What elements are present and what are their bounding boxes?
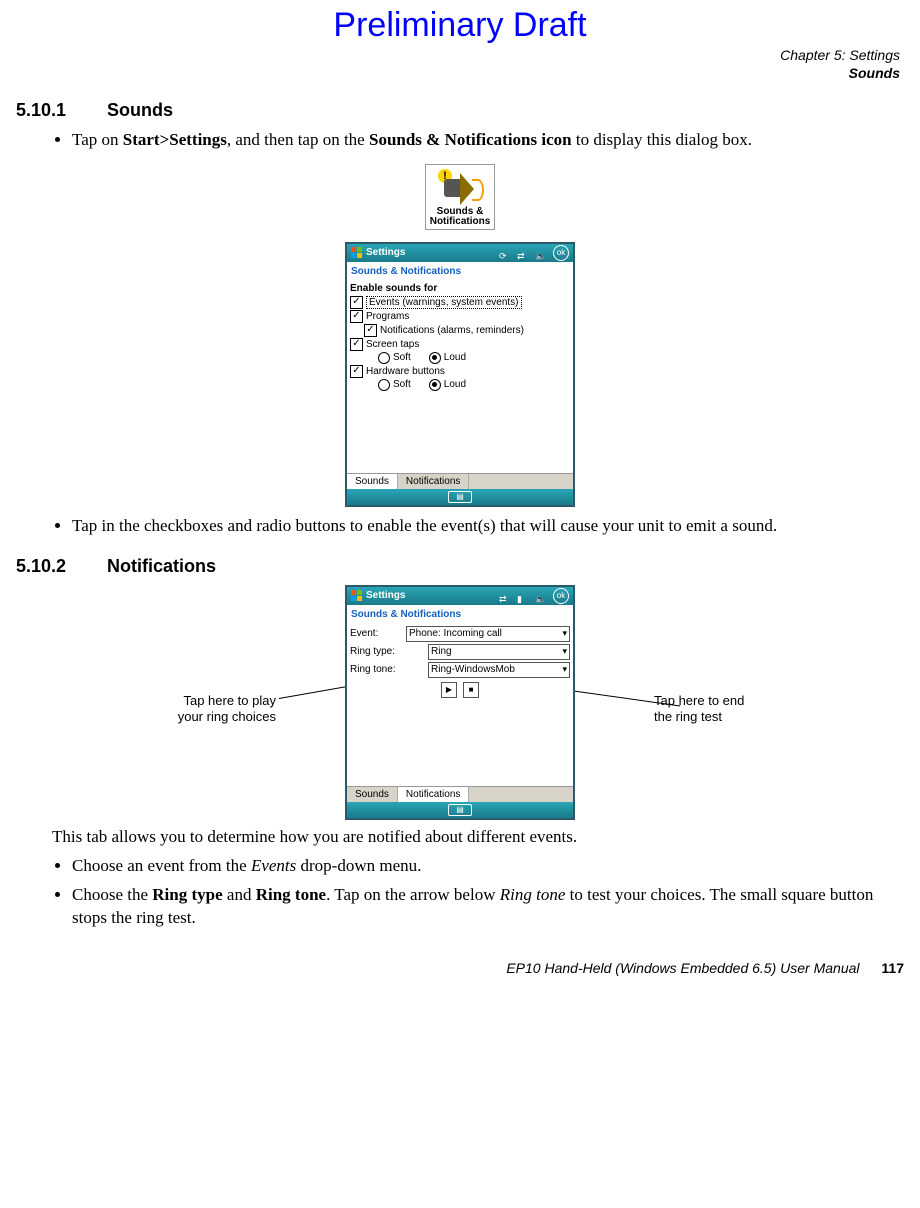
signal-icon-2[interactable]: ⇄: [499, 590, 511, 602]
section-5-10-1-header: 5.10.1 Sounds: [16, 100, 904, 121]
instruction-bullet-1: Tap on Start>Settings, and then tap on t…: [72, 129, 904, 152]
section-number: 5.10.1: [16, 100, 102, 121]
tab-notifications-2[interactable]: Notifications: [398, 787, 469, 802]
ringtone-dropdown[interactable]: Ring-WindowsMob▾: [428, 662, 570, 678]
speaker-icon: !: [436, 167, 484, 207]
hwbuttons-label: Hardware buttons: [366, 366, 445, 377]
screen-subtitle-2: Sounds & Notifications: [347, 605, 573, 622]
events-checkbox[interactable]: [350, 296, 363, 309]
section-5-10-2-header: 5.10.2 Notifications: [16, 556, 904, 577]
sounds-notifications-desktop-icon: ! Sounds & Notifications: [425, 164, 496, 230]
window-title: Settings: [366, 244, 405, 262]
section-title-2: Notifications: [107, 556, 216, 576]
enable-sounds-label: Enable sounds for: [350, 283, 570, 294]
events-row[interactable]: Events (warnings, system events): [350, 296, 570, 309]
ringtone-label: Ring tone:: [350, 664, 402, 675]
radio-soft[interactable]: [378, 352, 390, 364]
sip-bar-2: [347, 802, 573, 818]
topic-line: Sounds: [16, 65, 900, 83]
hw-loud-option[interactable]: Loud: [429, 379, 466, 391]
notif-bullet-2: Choose the Ring type and Ring tone. Tap …: [72, 884, 904, 930]
screentaps-label: Screen taps: [366, 339, 419, 350]
events-label: Events (warnings, system events): [366, 296, 522, 309]
notifications-label: Notifications (alarms, reminders): [380, 325, 524, 336]
window-title-2: Settings: [366, 587, 405, 605]
hw-soft-option[interactable]: Soft: [378, 379, 411, 391]
hwbuttons-row[interactable]: Hardware buttons: [350, 365, 570, 378]
programs-row[interactable]: Programs: [350, 310, 570, 323]
section-number-2: 5.10.2: [16, 556, 102, 577]
page-footer: EP10 Hand-Held (Windows Embedded 6.5) Us…: [16, 960, 904, 976]
chevron-down-icon: ▾: [562, 628, 567, 639]
hwbuttons-checkbox[interactable]: [350, 365, 363, 378]
event-dropdown[interactable]: Phone: Incoming call▾: [406, 626, 570, 642]
tab-sounds-2[interactable]: Sounds: [347, 787, 398, 802]
start-icon-2[interactable]: [351, 590, 363, 602]
stop-button[interactable]: [463, 682, 479, 698]
ringtype-dropdown[interactable]: Ring▾: [428, 644, 570, 660]
screentaps-row[interactable]: Screen taps: [350, 338, 570, 351]
notifications-checkbox[interactable]: [364, 324, 377, 337]
page-number: 117: [881, 960, 904, 976]
tab-notifications[interactable]: Notifications: [398, 474, 469, 489]
page-header: Chapter 5: Settings Sounds: [16, 47, 900, 82]
notifications-intro-paragraph: This tab allows you to determine how you…: [52, 826, 904, 849]
notifications-row[interactable]: Notifications (alarms, reminders): [364, 324, 570, 337]
chevron-down-icon: ▾: [562, 664, 567, 675]
radio-soft-2[interactable]: [378, 379, 390, 391]
sip-bar: [347, 489, 573, 505]
callout-stop: Tap here to end the ring test: [654, 693, 784, 726]
play-button[interactable]: [441, 682, 457, 698]
antenna-icon[interactable]: ▮: [517, 590, 529, 602]
programs-label: Programs: [366, 311, 409, 322]
titlebar: Settings ⟳ ⇄ 🔈 ok: [347, 244, 573, 262]
chapter-line: Chapter 5: Settings: [16, 47, 900, 65]
event-label: Event:: [350, 628, 402, 639]
ok-button-2[interactable]: ok: [553, 588, 569, 604]
screentaps-loud-option[interactable]: Loud: [429, 352, 466, 364]
radio-loud-2[interactable]: [429, 379, 441, 391]
tab-strip: Sounds Notifications: [347, 473, 573, 489]
signal-icon[interactable]: ⇄: [517, 247, 529, 259]
callout-play: Tap here to play your ring choices: [146, 693, 276, 726]
keyboard-icon[interactable]: [448, 491, 472, 503]
chevron-down-icon: ▾: [562, 646, 567, 657]
screen-subtitle: Sounds & Notifications: [347, 262, 573, 279]
keyboard-icon-2[interactable]: [448, 804, 472, 816]
radio-loud[interactable]: [429, 352, 441, 364]
section-title: Sounds: [107, 100, 173, 120]
start-icon[interactable]: [351, 247, 363, 259]
notif-bullet-1: Choose an event from the Events drop-dow…: [72, 855, 904, 878]
footer-text: EP10 Hand-Held (Windows Embedded 6.5) Us…: [506, 960, 859, 976]
ringtype-label: Ring type:: [350, 646, 402, 657]
tab-sounds[interactable]: Sounds: [347, 474, 398, 489]
programs-checkbox[interactable]: [350, 310, 363, 323]
titlebar-2: Settings ⇄ ▮ 🔈 ok: [347, 587, 573, 605]
preliminary-draft-watermark: Preliminary Draft: [16, 6, 904, 45]
notifications-settings-screenshot: Settings ⇄ ▮ 🔈 ok Sounds & Notifications…: [345, 585, 575, 820]
instruction-bullet-2: Tap in the checkboxes and radio buttons …: [72, 515, 904, 538]
tab-strip-2: Sounds Notifications: [347, 786, 573, 802]
volume-icon-2[interactable]: 🔈: [535, 590, 547, 602]
screentaps-soft-option[interactable]: Soft: [378, 352, 411, 364]
volume-icon[interactable]: 🔈: [535, 247, 547, 259]
sounds-settings-screenshot: Settings ⟳ ⇄ 🔈 ok Sounds & Notifications…: [345, 242, 575, 507]
sync-icon[interactable]: ⟳: [499, 247, 511, 259]
screentaps-checkbox[interactable]: [350, 338, 363, 351]
ok-button[interactable]: ok: [553, 245, 569, 261]
